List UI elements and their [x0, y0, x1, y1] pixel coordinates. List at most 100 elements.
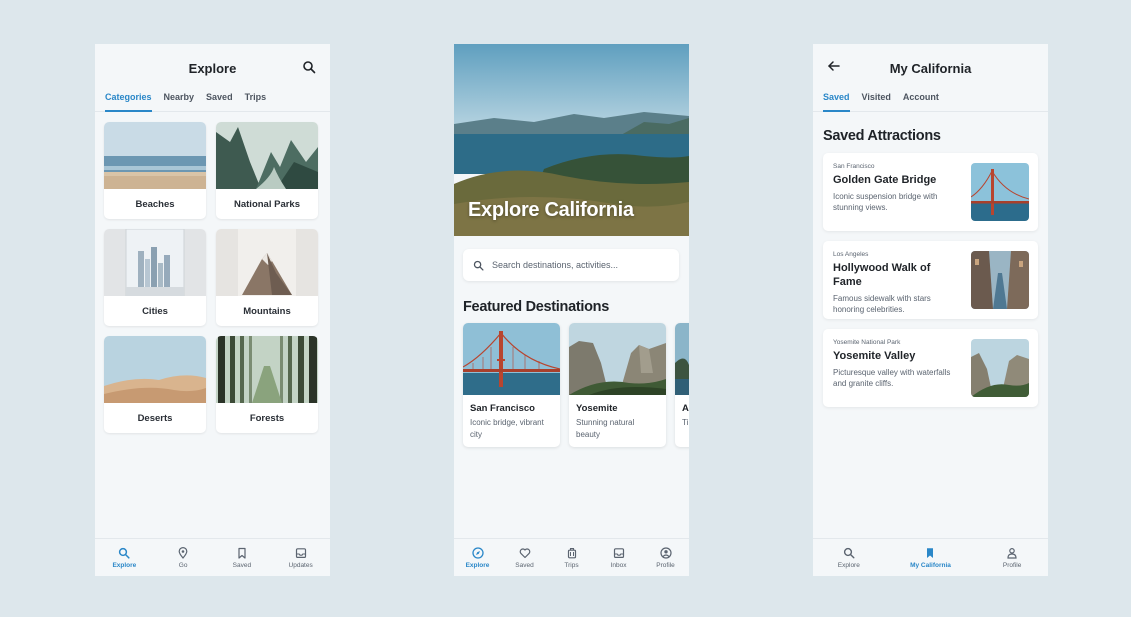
tab-bar: Categories Nearby Saved Trips [95, 92, 330, 112]
destination-image [675, 323, 689, 395]
nav-label: Explore [465, 561, 490, 569]
search-icon [473, 260, 484, 271]
nav-explore[interactable]: Explore [454, 546, 501, 569]
deserts-image [104, 336, 206, 403]
profile-icon [659, 546, 672, 559]
destination-desc: Ti n [682, 418, 689, 427]
nav-profile[interactable]: Profile [642, 546, 689, 569]
tab-account[interactable]: Account [903, 92, 939, 112]
category-card-beaches[interactable]: Beaches [104, 122, 206, 219]
user-icon [1007, 547, 1017, 559]
nav-label: Explore [112, 561, 137, 569]
mountains-image [216, 229, 318, 296]
category-label: Cities [142, 305, 168, 317]
beach-image [104, 122, 206, 189]
attraction-card-hollywood[interactable]: Los Angeles Hollywood Walk of Fame Famou… [823, 241, 1038, 319]
attraction-desc: Picturesque valley with waterfalls and g… [833, 367, 951, 389]
nav-explore[interactable]: Explore [824, 547, 874, 569]
category-label: National Parks [234, 198, 300, 210]
search-input[interactable]: Search destinations, activities... [492, 260, 618, 270]
hollywood-thumbnail [971, 251, 1029, 309]
nav-label: Profile [1002, 561, 1022, 569]
category-card-deserts[interactable]: Deserts [104, 336, 206, 433]
nav-label: Inbox [610, 561, 627, 569]
attraction-name: Golden Gate Bridge [833, 174, 937, 186]
category-grid: Beaches National Parks Cities Mountains … [95, 112, 330, 433]
attraction-location: Yosemite National Park [833, 339, 901, 346]
home-screen: Explore California Search destinations, … [454, 44, 689, 576]
destination-desc: Stunning natural beauty [576, 418, 635, 439]
inbox-icon [295, 547, 306, 558]
section-title: Featured Destinations [463, 299, 609, 315]
search-icon [119, 547, 130, 559]
bottom-nav: Explore Go Saved Updates [95, 538, 330, 576]
nav-saved[interactable]: Saved [217, 547, 267, 569]
tab-saved[interactable]: Saved [206, 92, 233, 112]
category-label: Deserts [137, 412, 173, 424]
tab-visited[interactable]: Visited [862, 92, 891, 112]
attraction-location: Los Angeles [833, 251, 869, 258]
national-parks-image [216, 122, 318, 189]
attraction-desc: Iconic suspension bridge with stunning v… [833, 191, 938, 213]
page-title: My California [889, 60, 972, 76]
attraction-desc: Famous sidewalk with stars honoring cele… [833, 293, 931, 315]
nav-saved[interactable]: Saved [501, 547, 548, 569]
nav-label: Saved [232, 561, 252, 569]
nav-label: Explore [837, 561, 860, 569]
tab-trips[interactable]: Trips [245, 92, 267, 112]
category-card-mountains[interactable]: Mountains [216, 229, 318, 326]
attraction-location: San Francisco [833, 163, 875, 170]
explore-screen: Explore Categories Nearby Saved Trips Be… [95, 44, 330, 576]
featured-carousel[interactable]: San Francisco Iconic bridge, vibrant cit… [454, 315, 689, 447]
search-icon [843, 547, 855, 559]
nav-explore[interactable]: Explore [99, 547, 149, 569]
nav-go[interactable]: Go [158, 546, 208, 569]
tab-saved[interactable]: Saved [823, 92, 850, 112]
nav-label: Trips [564, 561, 579, 569]
compass-icon [471, 546, 484, 559]
category-label: Forests [249, 412, 285, 424]
nav-trips[interactable]: Trips [548, 547, 595, 569]
inbox-icon [613, 547, 624, 558]
bookmark-icon [238, 547, 246, 559]
attraction-card-yosemite-valley[interactable]: Yosemite National Park Yosemite Valley P… [823, 329, 1038, 407]
search-icon[interactable] [302, 60, 316, 74]
bookmark-icon [927, 547, 934, 558]
bottom-nav: Explore My California Profile [813, 538, 1048, 576]
category-label: Mountains [243, 305, 291, 317]
attraction-card-golden-gate[interactable]: San Francisco Golden Gate Bridge Iconic … [823, 153, 1038, 231]
tab-categories[interactable]: Categories [105, 92, 152, 112]
destination-desc: Iconic bridge, vibrant city [470, 418, 544, 439]
destination-name: San Francisco [470, 403, 535, 414]
section-title: Saved Attractions [823, 128, 941, 144]
category-card-forests[interactable]: Forests [216, 336, 318, 433]
back-arrow-icon[interactable] [827, 59, 841, 73]
destination-card-san-francisco[interactable]: San Francisco Iconic bridge, vibrant cit… [463, 323, 560, 447]
nav-inbox[interactable]: Inbox [595, 547, 642, 569]
nav-updates[interactable]: Updates [276, 547, 326, 569]
destination-card-partial[interactable]: A Ti n [675, 323, 689, 447]
category-card-national-parks[interactable]: National Parks [216, 122, 318, 219]
attraction-name: Yosemite Valley [833, 350, 916, 362]
tab-nearby[interactable]: Nearby [164, 92, 195, 112]
my-california-screen: My California Saved Visited Account Save… [813, 44, 1048, 576]
location-pin-icon [178, 546, 188, 559]
nav-label: Profile [656, 561, 675, 569]
tab-bar: Saved Visited Account [813, 92, 1048, 112]
header: My California [813, 44, 1048, 92]
luggage-icon [567, 547, 576, 558]
nav-profile[interactable]: Profile [987, 547, 1037, 569]
destination-card-yosemite[interactable]: Yosemite Stunning natural beauty [569, 323, 666, 447]
category-card-cities[interactable]: Cities [104, 229, 206, 326]
yosemite-image [569, 323, 666, 395]
destination-name: Yosemite [576, 403, 618, 414]
page-title: Explore [188, 60, 237, 76]
header: Explore [95, 44, 330, 92]
bottom-nav: Explore Saved Trips Inbox Profile [454, 538, 689, 576]
nav-label: Saved [515, 561, 534, 569]
nav-my-california[interactable]: My California [895, 547, 965, 569]
attraction-name: Hollywood Walk of Fame [833, 262, 931, 288]
heart-icon [519, 547, 530, 558]
search-bar[interactable]: Search destinations, activities... [463, 249, 679, 281]
golden-gate-image [463, 323, 560, 395]
